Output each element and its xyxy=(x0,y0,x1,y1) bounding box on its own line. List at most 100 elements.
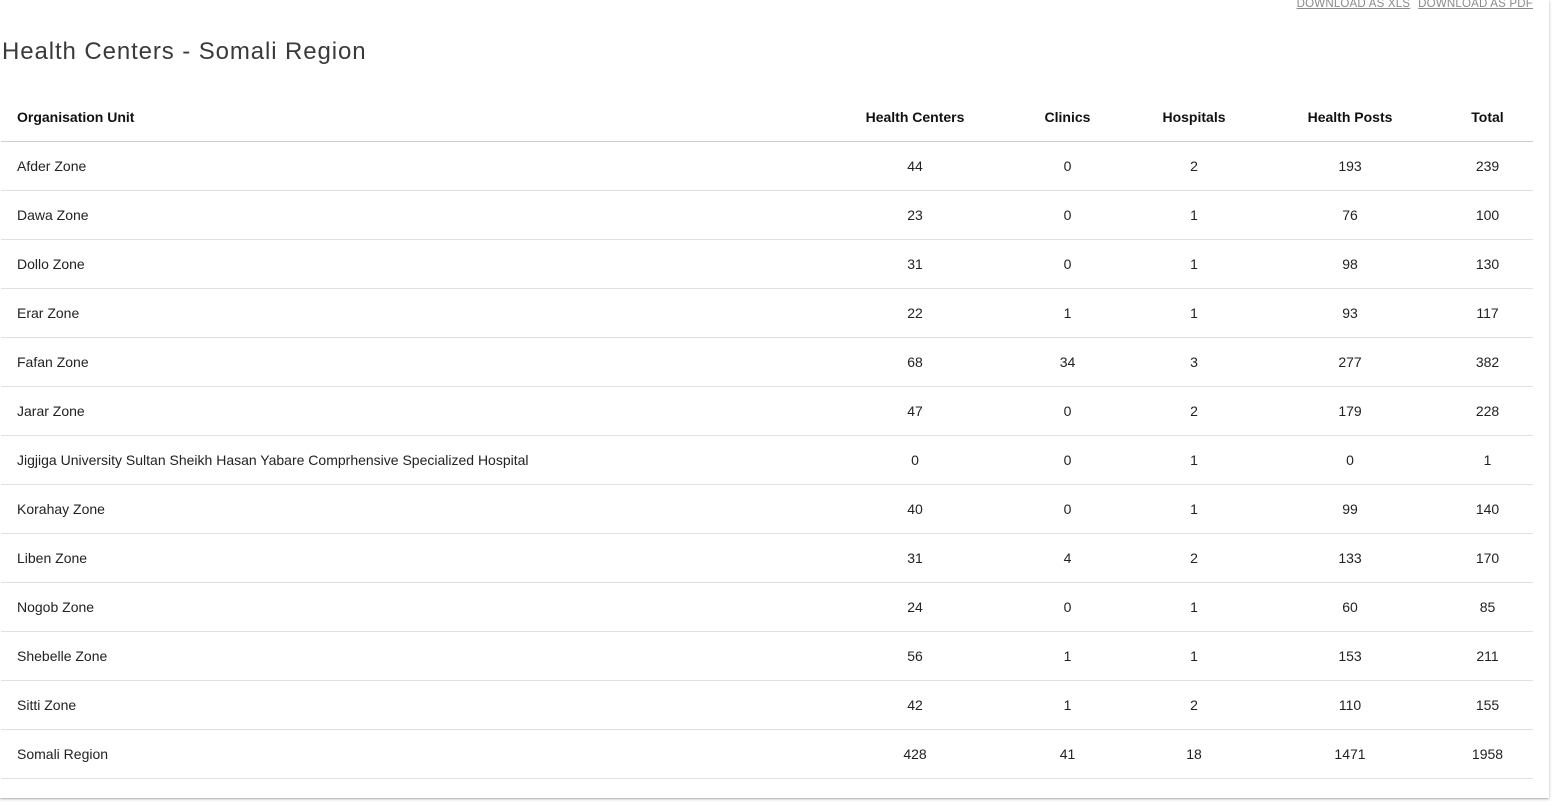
cell-total: 117 xyxy=(1442,288,1533,338)
column-header-total[interactable]: Total xyxy=(1442,93,1533,142)
cell-hospitals: 3 xyxy=(1130,337,1258,387)
cell-health-centers: 40 xyxy=(825,484,1005,534)
cell-clinics: 1 xyxy=(1005,680,1130,730)
cell-hospitals: 1 xyxy=(1130,288,1258,338)
cell-health-posts: 193 xyxy=(1258,141,1442,191)
cell-health-centers: 428 xyxy=(825,729,1005,779)
download-xls-link[interactable]: DOWNLOAD AS XLS xyxy=(1297,0,1411,10)
cell-health-centers: 0 xyxy=(825,435,1005,485)
column-header-health-centers[interactable]: Health Centers xyxy=(825,93,1005,142)
cell-clinics: 0 xyxy=(1005,239,1130,289)
cell-health-centers: 22 xyxy=(825,288,1005,338)
cell-organisation-unit: Nogob Zone xyxy=(1,582,825,632)
cell-total: 100 xyxy=(1442,190,1533,240)
cell-health-posts: 133 xyxy=(1258,533,1442,583)
cell-clinics: 34 xyxy=(1005,337,1130,387)
cell-total: 1958 xyxy=(1442,729,1533,779)
cell-health-posts: 110 xyxy=(1258,680,1442,730)
cell-health-centers: 23 xyxy=(825,190,1005,240)
cell-hospitals: 2 xyxy=(1130,533,1258,583)
report-card: DOWNLOAD AS XLS DOWNLOAD AS PDF Health C… xyxy=(0,0,1549,798)
cell-health-centers: 31 xyxy=(825,239,1005,289)
cell-organisation-unit: Shebelle Zone xyxy=(1,631,825,681)
cell-health-posts: 0 xyxy=(1258,435,1442,485)
cell-health-posts: 277 xyxy=(1258,337,1442,387)
cell-hospitals: 18 xyxy=(1130,729,1258,779)
table-row: Erar Zone 22 1 1 93 117 xyxy=(1,288,1533,338)
table-row: Shebelle Zone 56 1 1 153 211 xyxy=(1,631,1533,681)
cell-organisation-unit: Dawa Zone xyxy=(1,190,825,240)
cell-health-centers: 31 xyxy=(825,533,1005,583)
download-pdf-link[interactable]: DOWNLOAD AS PDF xyxy=(1418,0,1533,10)
cell-hospitals: 2 xyxy=(1130,141,1258,191)
cell-total: 170 xyxy=(1442,533,1533,583)
cell-health-posts: 1471 xyxy=(1258,729,1442,779)
cell-hospitals: 1 xyxy=(1130,190,1258,240)
cell-clinics: 4 xyxy=(1005,533,1130,583)
cell-organisation-unit: Afder Zone xyxy=(1,141,825,191)
cell-total: 140 xyxy=(1442,484,1533,534)
cell-hospitals: 1 xyxy=(1130,484,1258,534)
table-body: Afder Zone 44 0 2 193 239 Dawa Zone 23 0… xyxy=(1,141,1533,779)
cell-clinics: 0 xyxy=(1005,582,1130,632)
cell-organisation-unit: Sitti Zone xyxy=(1,680,825,730)
page-title: Health Centers - Somali Region xyxy=(2,38,367,65)
column-header-organisation-unit[interactable]: Organisation Unit xyxy=(1,93,825,142)
table-row: Nogob Zone 24 0 1 60 85 xyxy=(1,582,1533,632)
cell-hospitals: 1 xyxy=(1130,582,1258,632)
cell-health-posts: 98 xyxy=(1258,239,1442,289)
table-row: Jarar Zone 47 0 2 179 228 xyxy=(1,386,1533,436)
cell-hospitals: 1 xyxy=(1130,239,1258,289)
table-row: Jigjiga University Sultan Sheikh Hasan Y… xyxy=(1,435,1533,485)
cell-hospitals: 2 xyxy=(1130,680,1258,730)
cell-clinics: 0 xyxy=(1005,141,1130,191)
cell-clinics: 1 xyxy=(1005,631,1130,681)
cell-total: 85 xyxy=(1442,582,1533,632)
cell-clinics: 0 xyxy=(1005,190,1130,240)
cell-health-posts: 99 xyxy=(1258,484,1442,534)
cell-clinics: 1 xyxy=(1005,288,1130,338)
cell-health-centers: 68 xyxy=(825,337,1005,387)
cell-clinics: 0 xyxy=(1005,435,1130,485)
download-links: DOWNLOAD AS XLS DOWNLOAD AS PDF xyxy=(1297,0,1533,10)
column-header-hospitals[interactable]: Hospitals xyxy=(1130,93,1258,142)
cell-organisation-unit: Korahay Zone xyxy=(1,484,825,534)
cell-organisation-unit: Erar Zone xyxy=(1,288,825,338)
table-row: Afder Zone 44 0 2 193 239 xyxy=(1,141,1533,191)
cell-hospitals: 2 xyxy=(1130,386,1258,436)
table-row: Sitti Zone 42 1 2 110 155 xyxy=(1,680,1533,730)
cell-clinics: 0 xyxy=(1005,484,1130,534)
column-header-health-posts[interactable]: Health Posts xyxy=(1258,93,1442,142)
cell-health-posts: 60 xyxy=(1258,582,1442,632)
table-row: Dollo Zone 31 0 1 98 130 xyxy=(1,239,1533,289)
cell-hospitals: 1 xyxy=(1130,631,1258,681)
cell-health-posts: 153 xyxy=(1258,631,1442,681)
column-header-clinics[interactable]: Clinics xyxy=(1005,93,1130,142)
cell-health-centers: 44 xyxy=(825,141,1005,191)
cell-health-centers: 42 xyxy=(825,680,1005,730)
cell-health-posts: 93 xyxy=(1258,288,1442,338)
cell-total: 382 xyxy=(1442,337,1533,387)
cell-total: 155 xyxy=(1442,680,1533,730)
table-row-total: Somali Region 428 41 18 1471 1958 xyxy=(1,729,1533,779)
cell-organisation-unit: Jigjiga University Sultan Sheikh Hasan Y… xyxy=(1,435,825,485)
table-row: Korahay Zone 40 0 1 99 140 xyxy=(1,484,1533,534)
table-row: Fafan Zone 68 34 3 277 382 xyxy=(1,337,1533,387)
cell-organisation-unit: Dollo Zone xyxy=(1,239,825,289)
table-row: Liben Zone 31 4 2 133 170 xyxy=(1,533,1533,583)
cell-clinics: 41 xyxy=(1005,729,1130,779)
cell-health-centers: 47 xyxy=(825,386,1005,436)
header-row: Organisation Unit Health Centers Clinics… xyxy=(1,93,1533,142)
table-row: Dawa Zone 23 0 1 76 100 xyxy=(1,190,1533,240)
table-header: Organisation Unit Health Centers Clinics… xyxy=(1,93,1533,142)
cell-organisation-unit: Liben Zone xyxy=(1,533,825,583)
cell-organisation-unit: Fafan Zone xyxy=(1,337,825,387)
cell-health-posts: 76 xyxy=(1258,190,1442,240)
cell-health-centers: 24 xyxy=(825,582,1005,632)
cell-clinics: 0 xyxy=(1005,386,1130,436)
cell-health-posts: 179 xyxy=(1258,386,1442,436)
cell-hospitals: 1 xyxy=(1130,435,1258,485)
cell-total: 211 xyxy=(1442,631,1533,681)
health-facilities-table: Organisation Unit Health Centers Clinics… xyxy=(1,93,1533,779)
cell-total: 228 xyxy=(1442,386,1533,436)
